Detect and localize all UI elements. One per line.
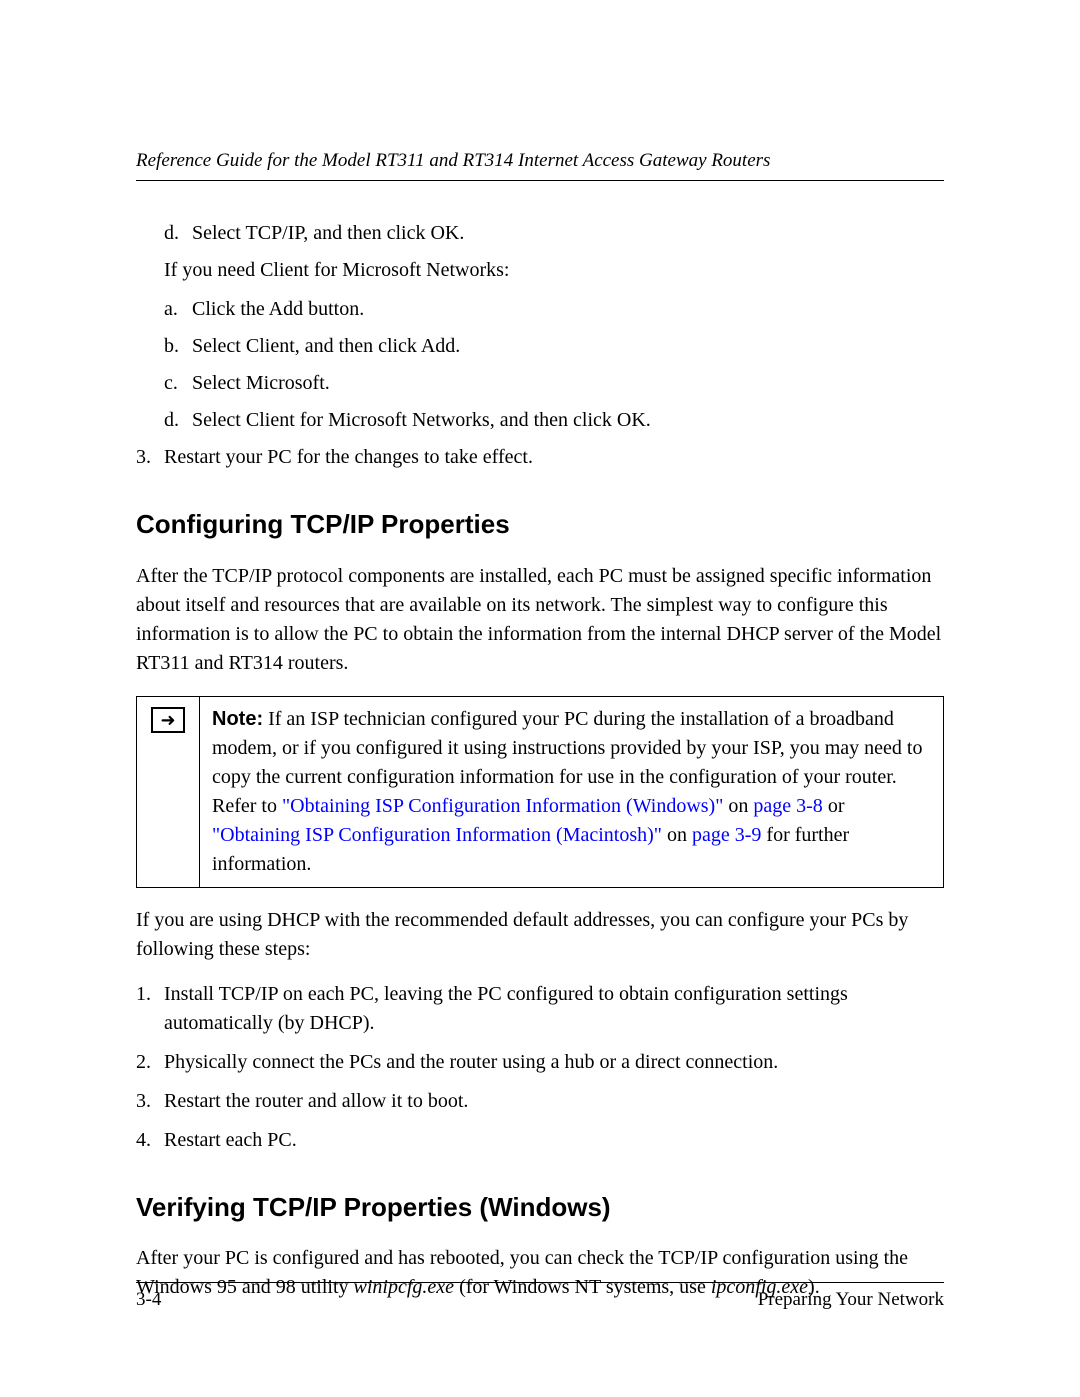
list-marker: 4.: [136, 1126, 164, 1155]
note-segment: on: [662, 824, 692, 846]
running-header: Reference Guide for the Model RT311 and …: [136, 150, 944, 181]
list-item: 3. Restart your PC for the changes to ta…: [136, 443, 944, 472]
list-text: Click the Add button.: [192, 295, 364, 324]
page: Reference Guide for the Model RT311 and …: [0, 0, 1080, 1397]
paragraph: If you are using DHCP with the recommend…: [136, 906, 944, 964]
note-label: Note:: [212, 708, 263, 730]
list-text: Select TCP/IP, and then click OK.: [192, 219, 464, 248]
list-text: Select Microsoft.: [192, 369, 330, 398]
link-mac-info[interactable]: "Obtaining ISP Configuration Information…: [212, 824, 662, 846]
heading-verifying: Verifying TCP/IP Properties (Windows): [136, 1189, 944, 1227]
list-marker: d.: [164, 406, 192, 435]
link-windows-info[interactable]: "Obtaining ISP Configuration Information…: [282, 795, 723, 817]
list-text: Restart each PC.: [164, 1126, 297, 1155]
paragraph: After the TCP/IP protocol components are…: [136, 562, 944, 678]
list-marker: b.: [164, 332, 192, 361]
list-item: 3. Restart the router and allow it to bo…: [136, 1087, 944, 1116]
sublist-d: d. Select TCP/IP, and then click OK.: [164, 219, 944, 248]
link-page-3-9[interactable]: page 3-9: [692, 824, 761, 846]
note-segment: on: [723, 795, 753, 817]
link-page-3-8[interactable]: page 3-8: [753, 795, 822, 817]
chapter-name: Preparing Your Network: [758, 1289, 944, 1311]
list-text: Restart the router and allow it to boot.: [164, 1087, 468, 1116]
list-item: 1. Install TCP/IP on each PC, leaving th…: [136, 980, 944, 1038]
heading-configuring: Configuring TCP/IP Properties: [136, 506, 944, 544]
paragraph: If you need Client for Microsoft Network…: [164, 256, 944, 285]
list-text: Select Client, and then click Add.: [192, 332, 460, 361]
list-marker: 2.: [136, 1048, 164, 1077]
list-item: d. Select TCP/IP, and then click OK.: [164, 219, 944, 248]
list-item: c. Select Microsoft.: [164, 369, 944, 398]
list-marker: c.: [164, 369, 192, 398]
note-box: ➜ Note: If an ISP technician configured …: [136, 696, 944, 888]
list-item: 2. Physically connect the PCs and the ro…: [136, 1048, 944, 1077]
list-marker: 1.: [136, 980, 164, 1038]
list-item: 4. Restart each PC.: [136, 1126, 944, 1155]
list-text: Physically connect the PCs and the route…: [164, 1048, 778, 1077]
list-item: d. Select Client for Microsoft Networks,…: [164, 406, 944, 435]
list-text: Select Client for Microsoft Networks, an…: [192, 406, 651, 435]
note-text: Note: If an ISP technician configured yo…: [200, 697, 943, 887]
list-text: Install TCP/IP on each PC, leaving the P…: [164, 980, 944, 1038]
list-marker: a.: [164, 295, 192, 324]
body: d. Select TCP/IP, and then click OK. If …: [136, 219, 944, 1302]
list-item: a. Click the Add button.: [164, 295, 944, 324]
footer: 3-4 Preparing Your Network: [136, 1282, 944, 1311]
note-icon-cell: ➜: [137, 697, 200, 887]
sublist-abcd: a. Click the Add button. b. Select Clien…: [164, 295, 944, 435]
numbered-steps: 1. Install TCP/IP on each PC, leaving th…: [136, 980, 944, 1155]
page-number: 3-4: [136, 1289, 161, 1311]
numbered-list: 3. Restart your PC for the changes to ta…: [136, 443, 944, 472]
arrow-icon: ➜: [151, 707, 185, 733]
list-marker: d.: [164, 219, 192, 248]
list-marker: 3.: [136, 443, 164, 472]
list-marker: 3.: [136, 1087, 164, 1116]
note-segment: or: [823, 795, 845, 817]
list-text: Restart your PC for the changes to take …: [164, 443, 533, 472]
list-item: b. Select Client, and then click Add.: [164, 332, 944, 361]
